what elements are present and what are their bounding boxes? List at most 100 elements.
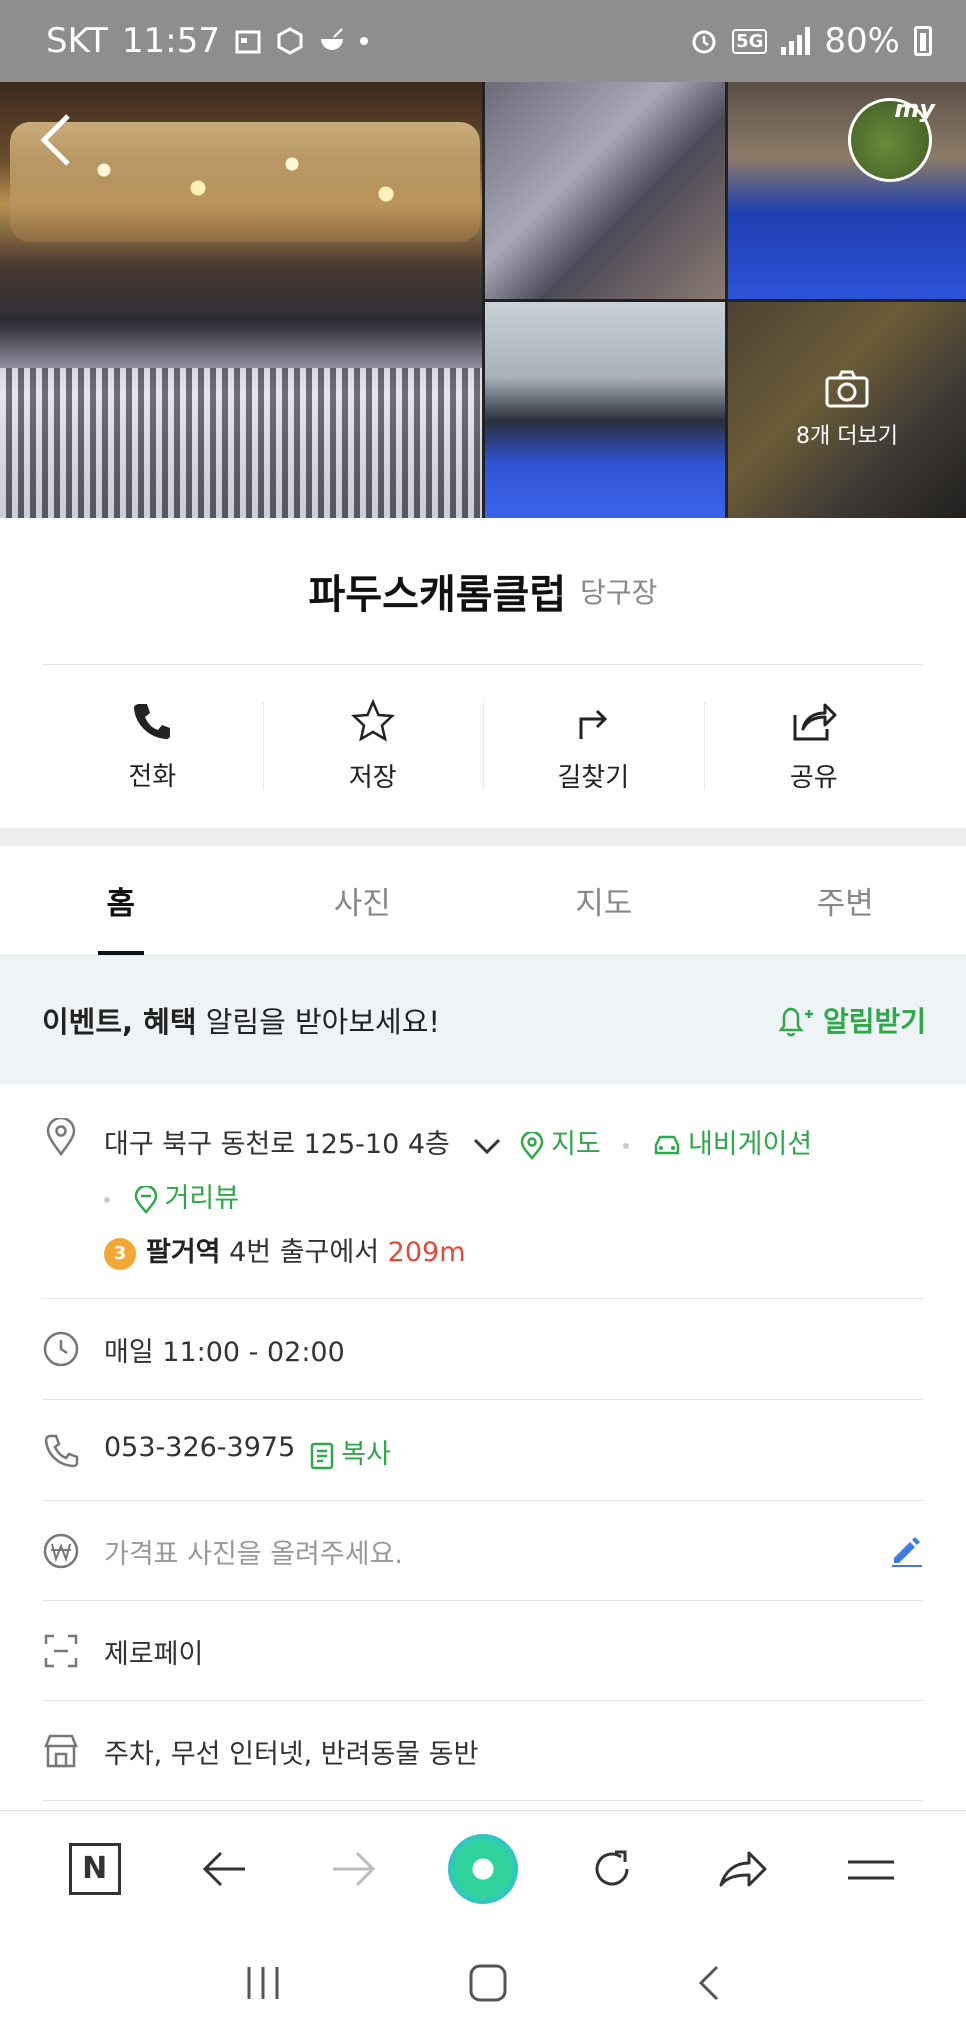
system-nav-bar: [0, 1926, 966, 2039]
chevron-down-icon[interactable]: [472, 1136, 502, 1156]
green-dot-button[interactable]: [447, 1833, 518, 1904]
cube-icon: [277, 27, 303, 55]
hours-row[interactable]: 매일 11:00 - 02:00: [42, 1330, 924, 1369]
share-label: 공유: [789, 762, 838, 793]
more-photos-button[interactable]: 8개 더보기: [728, 302, 966, 518]
notify-button[interactable]: 알림받기: [775, 1000, 926, 1040]
won-icon: [43, 1533, 79, 1569]
menu-button[interactable]: [836, 1834, 906, 1904]
save-button[interactable]: 저장: [262, 666, 484, 826]
browser-toolbar: N: [0, 1810, 966, 1926]
action-bar: 전화 저장 길찾기 공유: [42, 666, 924, 826]
share-arrow-icon: [719, 1851, 767, 1886]
amenities-text: 주차, 무선 인터넷, 반려동물 동반: [104, 1739, 479, 1770]
refresh-button[interactable]: [577, 1834, 647, 1904]
section-divider: [0, 828, 966, 846]
phone-outline-icon: [44, 1434, 79, 1468]
subway-station: 팔거역: [146, 1237, 221, 1268]
alarm-icon: [692, 30, 716, 54]
notify-label: 알림받기: [822, 1005, 926, 1038]
separator-dot: [104, 1196, 110, 1203]
back-icon[interactable]: [36, 110, 76, 170]
event-banner: 이벤트, 혜택 알림을 받아보세요! 알림받기: [0, 956, 966, 1084]
subway-exit: 4번 출구에서: [220, 1237, 388, 1268]
my-label: my: [894, 95, 935, 123]
subway-info: 3 팔거역 4번 출구에서 209m: [104, 1237, 466, 1270]
more-notifications-dot: [360, 37, 368, 45]
amenities-row: 주차, 무선 인터넷, 반려동물 동반: [42, 1732, 924, 1771]
forward-button[interactable]: [319, 1834, 389, 1904]
copy-icon: [311, 1442, 334, 1469]
call-label: 전화: [128, 761, 177, 792]
photo-thumb[interactable]: [485, 82, 725, 299]
divider: [42, 1298, 924, 1299]
divider: [42, 664, 924, 665]
phone-icon: [134, 703, 171, 739]
naver-n-icon: N: [68, 1842, 121, 1895]
subway-line-badge: 3: [104, 1237, 136, 1270]
map-link[interactable]: 지도: [519, 1129, 601, 1160]
address-text: 대구 북구 동천로 125-10 4층: [104, 1129, 450, 1160]
car-icon: [654, 1135, 680, 1154]
more-photos-label: 8개 더보기: [796, 424, 898, 449]
directions-icon: [579, 709, 608, 739]
payment-text: 제로페이: [104, 1639, 204, 1670]
camera-icon: [825, 370, 869, 408]
arrow-left-icon: [203, 1851, 246, 1886]
place-category: 당구장: [580, 576, 658, 609]
system-back-icon[interactable]: [693, 1963, 723, 2003]
bell-plus-icon: [778, 1007, 813, 1037]
clock: 11:57: [122, 21, 220, 61]
divider: [42, 1800, 924, 1801]
hamburger-icon: [848, 1860, 895, 1879]
home-icon[interactable]: [468, 1963, 508, 2003]
tab-map[interactable]: 지도: [483, 846, 725, 955]
address-row: 대구 북구 동천로 125-10 4층 지도 내비게이션 거리뷰 3 팔거역 4번…: [42, 1118, 924, 1280]
address-block: 대구 북구 동천로 125-10 4층 지도 내비게이션 거리뷰 3 팔거역 4번…: [104, 1118, 812, 1280]
share-button[interactable]: 공유: [703, 666, 925, 826]
photo-thumb[interactable]: [485, 302, 725, 518]
divider: [42, 1600, 924, 1601]
bowl-icon: [321, 28, 343, 50]
streetview-link[interactable]: 거리뷰: [133, 1183, 239, 1214]
divider: [42, 1399, 924, 1400]
divider: [42, 1500, 924, 1501]
separator-dot: [623, 1142, 630, 1149]
my-place-badge[interactable]: my: [848, 95, 935, 182]
edit-pencil-icon[interactable]: [888, 1532, 924, 1568]
store-icon: [44, 1734, 78, 1768]
divider: [42, 1700, 924, 1701]
streetview-icon: [134, 1184, 157, 1214]
share-page-button[interactable]: [707, 1834, 777, 1904]
directions-button[interactable]: 길찾기: [483, 666, 704, 826]
event-banner-text: 이벤트, 혜택 알림을 받아보세요!: [42, 1005, 441, 1039]
tab-photos[interactable]: 사진: [242, 846, 484, 955]
subway-distance: 209m: [387, 1237, 466, 1268]
calendar-icon: [235, 30, 261, 54]
navigation-link[interactable]: 내비게이션: [652, 1129, 812, 1160]
share-icon: [793, 703, 837, 740]
recent-apps-icon[interactable]: [243, 1965, 283, 2001]
zero-pay-icon: [44, 1634, 78, 1668]
price-row[interactable]: 가격표 사진을 올려주세요.: [42, 1532, 924, 1571]
hours-text: 매일 11:00 - 02:00: [104, 1337, 345, 1368]
photo-grid: 8개 더보기 my: [0, 82, 966, 518]
star-icon: [350, 698, 395, 742]
phone-row[interactable]: 053-326-3975 복사: [42, 1432, 924, 1471]
back-button[interactable]: [189, 1834, 259, 1904]
signal-icon: [781, 27, 811, 55]
carrier-label: SKT: [46, 21, 109, 61]
naver-home-button[interactable]: N: [60, 1834, 130, 1904]
place-title: 파두스캐롬클럽: [308, 572, 567, 618]
battery-icon: [914, 26, 932, 56]
call-button[interactable]: 전화: [42, 666, 263, 826]
tab-home[interactable]: 홈: [0, 846, 242, 955]
copy-button[interactable]: 복사: [309, 1432, 391, 1471]
map-pin-icon: [520, 1130, 544, 1160]
status-bar: SKT 11:57 5G 80%: [0, 0, 966, 82]
place-header: 파두스캐롬클럽 당구장: [0, 518, 966, 664]
tab-nearby[interactable]: 주변: [725, 846, 966, 955]
location-pin-icon: [46, 1118, 76, 1156]
battery-percent: 80%: [824, 21, 900, 61]
tab-bar: 홈 사진 지도 주변: [0, 846, 966, 956]
